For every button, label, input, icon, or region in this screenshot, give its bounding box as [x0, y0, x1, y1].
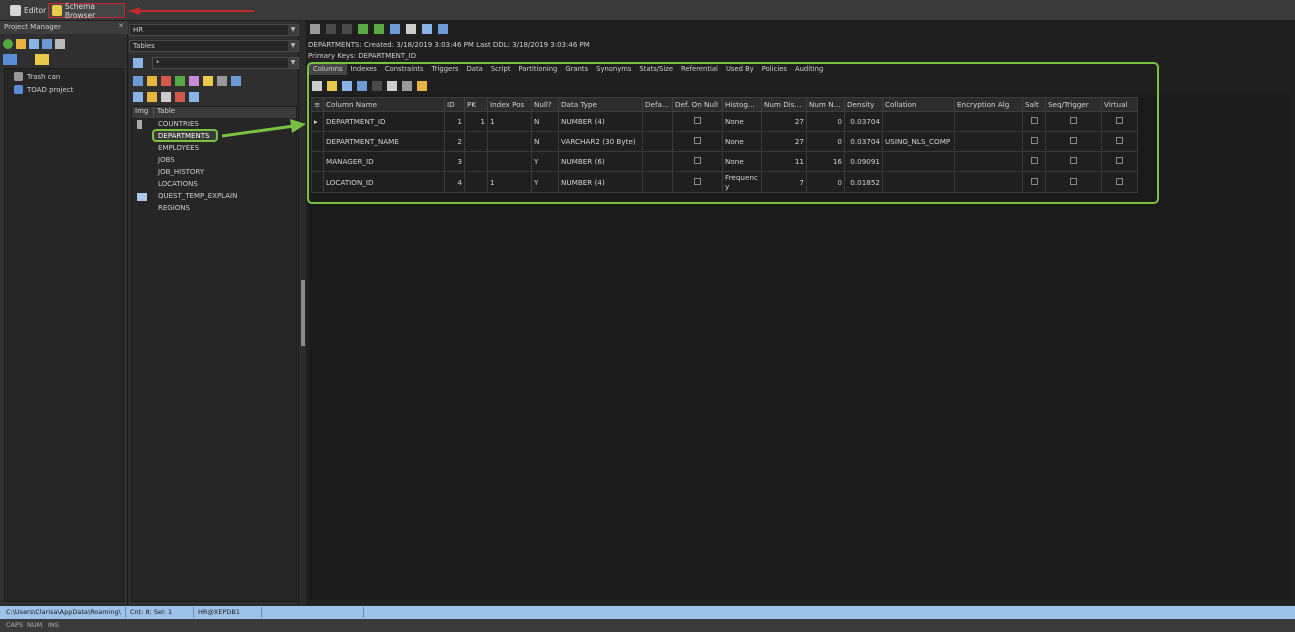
- folder-open-icon[interactable]: [16, 39, 26, 49]
- project-manager-header: Project Manager ✕: [0, 21, 128, 34]
- schema-browser-icon: [52, 5, 62, 16]
- table-row-countries[interactable]: COUNTRIES: [158, 120, 199, 128]
- funnel-icon[interactable]: [161, 92, 171, 102]
- tree-item-trash[interactable]: Trash can: [14, 72, 60, 81]
- sync-icon[interactable]: [390, 24, 400, 34]
- chevron-down-icon: ▼: [288, 58, 298, 68]
- chevron-down-icon: ▼: [288, 41, 298, 51]
- filter-value: *: [156, 59, 160, 67]
- chevron-down-icon: ▼: [288, 25, 298, 35]
- project-manager-title: Project Manager: [4, 23, 61, 31]
- project-manager-toolbar: [3, 37, 65, 51]
- table-row-employees[interactable]: EMPLOYEES: [158, 144, 199, 152]
- green-arrow-annotation: [221, 119, 306, 138]
- drop-icon[interactable]: [161, 76, 171, 86]
- project-icon: [14, 85, 23, 94]
- truncate-icon[interactable]: [175, 92, 185, 102]
- compile-icon[interactable]: [203, 76, 213, 86]
- primary-keys-line: Primary Keys: DEPARTMENT_ID: [308, 52, 417, 60]
- status-connection: HR@XEPDB1: [196, 607, 262, 618]
- filter-toolbar: [133, 58, 143, 68]
- back-icon[interactable]: [326, 24, 336, 34]
- tab-project-icon[interactable]: [3, 54, 17, 65]
- describe-icon[interactable]: [133, 92, 143, 102]
- caps-indicator: CAPS: [6, 621, 24, 629]
- edit-icon[interactable]: [147, 76, 157, 86]
- table-row-jobs[interactable]: JOBS: [158, 156, 175, 164]
- object-type-value: Tables: [133, 42, 155, 50]
- funnel-icon[interactable]: [406, 24, 416, 34]
- ins-indicator: INS: [48, 621, 59, 629]
- num-indicator: NUM: [27, 621, 43, 629]
- forward-icon[interactable]: [342, 24, 352, 34]
- save-icon[interactable]: [42, 39, 52, 49]
- tab-db-icon[interactable]: [35, 54, 49, 65]
- options-icon[interactable]: [189, 92, 199, 102]
- print-icon[interactable]: [55, 39, 65, 49]
- table-column-header[interactable]: Table: [154, 107, 175, 118]
- tree-item-label: Trash can: [27, 72, 61, 81]
- new-file-icon[interactable]: [29, 39, 39, 49]
- table-selected-icon: [137, 120, 142, 129]
- editor-tab-label: Editor: [24, 6, 47, 15]
- create-table-icon[interactable]: [133, 76, 143, 86]
- red-arrow-annotation: [128, 7, 254, 15]
- object-type-dropdown[interactable]: Tables ▼: [129, 40, 299, 52]
- tree-item-toad-project[interactable]: TOAD project: [14, 85, 73, 94]
- table-row-quest-temp-explain[interactable]: QUEST_TEMP_EXPLAIN: [158, 192, 237, 200]
- schema-browser-tab[interactable]: Schema Browser: [48, 1, 125, 20]
- add-icon[interactable]: [3, 39, 13, 49]
- analyze-icon[interactable]: [147, 92, 157, 102]
- editor-tab[interactable]: Editor: [7, 3, 49, 18]
- list-icon[interactable]: [422, 24, 432, 34]
- close-icon[interactable]: ✕: [118, 22, 124, 30]
- schema-value: HR: [133, 26, 144, 34]
- table-row-locations[interactable]: LOCATIONS: [158, 180, 198, 188]
- table-row-departments[interactable]: DEPARTMENTS: [158, 132, 209, 140]
- status-bar: [0, 606, 1295, 619]
- table-list: [131, 106, 297, 602]
- refresh-icon[interactable]: [175, 76, 185, 86]
- columns-highlight-box: [307, 62, 1159, 204]
- grant-icon[interactable]: [189, 76, 199, 86]
- img-column-header[interactable]: Img: [132, 107, 154, 118]
- export-icon[interactable]: [231, 76, 241, 86]
- auto-refresh-icon[interactable]: [374, 24, 384, 34]
- link-icon[interactable]: [310, 24, 320, 34]
- script-icon[interactable]: [217, 76, 227, 86]
- object-info-line: DEPARTMENTS: Created: 3/18/2019 3:03:46 …: [308, 41, 590, 49]
- schema-toolbar-row2: [133, 92, 199, 102]
- status-count: Cnt: 8; Sel: 1: [128, 607, 194, 618]
- schema-toolbar-row1: [133, 76, 241, 86]
- filter-input[interactable]: * ▼: [152, 57, 299, 69]
- detail-toolbar: [310, 24, 448, 34]
- schema-browser-tab-label: Schema Browser: [64, 1, 96, 20]
- schema-dropdown[interactable]: HR ▼: [129, 24, 299, 36]
- filter-icon[interactable]: [133, 58, 143, 68]
- pane-splitter[interactable]: [301, 280, 305, 346]
- temp-table-icon: [137, 193, 147, 201]
- table-list-header: Img Table: [132, 107, 296, 118]
- table-row-regions[interactable]: REGIONS: [158, 204, 190, 212]
- tree-item-label: TOAD project: [27, 85, 74, 94]
- refresh-icon[interactable]: [358, 24, 368, 34]
- project-tree: [4, 68, 124, 602]
- status-empty: [264, 607, 364, 618]
- table-row-job-history[interactable]: JOB_HISTORY: [158, 168, 204, 176]
- project-manager-tabs: [3, 54, 49, 66]
- keyboard-status-bar: [0, 619, 1295, 632]
- status-path: C:\Users\Clarisa\AppData\Roaming\: [4, 607, 126, 618]
- editor-icon: [10, 5, 21, 16]
- grid-options-icon[interactable]: [438, 24, 448, 34]
- trash-icon: [14, 72, 23, 81]
